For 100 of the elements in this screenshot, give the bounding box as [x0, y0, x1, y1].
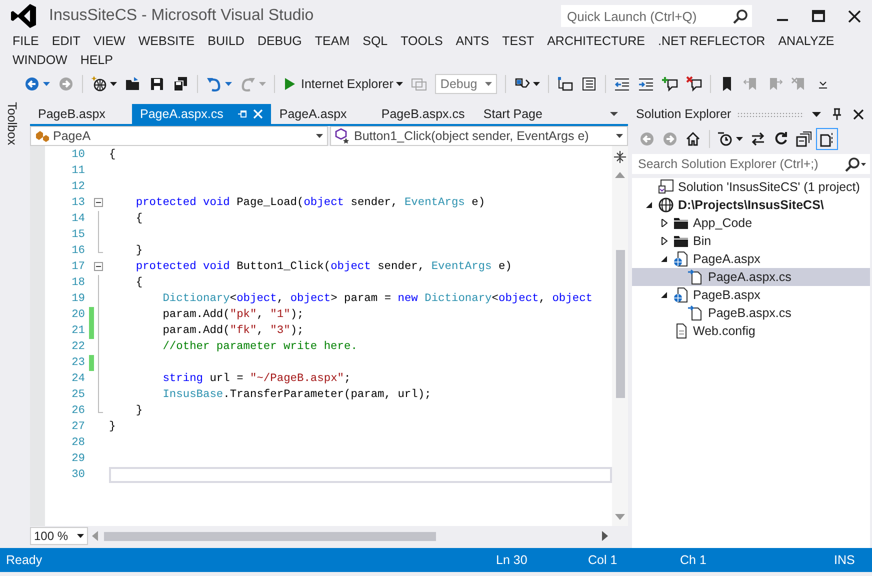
- refresh-icon: [773, 131, 789, 147]
- show-all-files-button[interactable]: [816, 128, 838, 150]
- caret-icon: [812, 112, 821, 116]
- caret-icon: [43, 82, 50, 86]
- collapsed-icon: [660, 219, 668, 227]
- caret-icon: [110, 82, 117, 86]
- editor-tab[interactable]: PageA.aspx.cs: [132, 104, 272, 124]
- tree-item[interactable]: PageA.aspx.cs: [632, 268, 870, 286]
- code-file-icon: [688, 305, 704, 321]
- menu-item[interactable]: TOOLS: [394, 32, 450, 51]
- line-number: 25: [70, 389, 85, 401]
- member-dropdown[interactable]: Button1_Click(object sender, EventArgs e): [330, 126, 628, 146]
- code-line: //other parameter write here.: [162, 340, 358, 355]
- status-message: Ready: [5, 553, 44, 567]
- folder-icon: [673, 215, 689, 231]
- save-icon: [149, 76, 165, 92]
- close-button[interactable]: [851, 108, 866, 120]
- globe-icon: [658, 197, 674, 213]
- line-number: 12: [70, 181, 85, 193]
- line-number: 29: [70, 453, 85, 465]
- configuration-dropdown[interactable]: Debug: [435, 74, 498, 94]
- code-line: }: [109, 420, 117, 435]
- tree-item[interactable]: App_Code: [632, 214, 870, 232]
- caret-icon: [316, 134, 323, 138]
- toolbox-tab[interactable]: Toolbox: [3, 102, 21, 548]
- web-page-icon: [673, 287, 689, 303]
- line-number: 18: [70, 277, 85, 289]
- panel-title: Solution Explorer: [636, 107, 732, 121]
- line-number: 26: [70, 405, 85, 417]
- code-line: protected void Page_Load(object sender, EventArgs e): [134, 196, 486, 211]
- menu-item[interactable]: TEAM: [308, 32, 356, 51]
- tree-item[interactable]: PageB.aspx.cs: [632, 304, 870, 322]
- search-field[interactable]: Search Solution Explorer (Ctrl+;): [632, 154, 870, 174]
- scrollbar-thumb[interactable]: [616, 250, 624, 398]
- editor-tab[interactable]: PageA.aspx: [271, 104, 374, 124]
- editor-tab[interactable]: PageB.aspx.cs: [373, 104, 476, 124]
- menu-item[interactable]: BUILD: [201, 32, 251, 51]
- scroll-right-icon: [602, 531, 608, 541]
- indent-icon: [638, 76, 654, 92]
- panel-menu-button[interactable]: [810, 112, 823, 116]
- character-indicator: Ch 1: [679, 553, 708, 567]
- line-number: 28: [70, 437, 85, 449]
- menu-item[interactable]: WINDOW: [6, 51, 74, 70]
- menu-item[interactable]: SQL: [356, 32, 394, 51]
- search-icon: [733, 8, 748, 24]
- line-number: 16: [70, 245, 85, 257]
- undo-icon: [206, 76, 222, 92]
- menu-item[interactable]: ARCHITECTURE: [540, 32, 652, 51]
- expanded-icon: [645, 201, 653, 209]
- caret-icon: [736, 137, 743, 141]
- window-title: InsusSiteCS - Microsoft Visual Studio: [49, 7, 315, 25]
- menu-item[interactable]: ANTS: [449, 32, 496, 51]
- menu-item[interactable]: ANALYZE: [772, 32, 841, 51]
- menu-item[interactable]: TEST: [496, 32, 541, 51]
- line-number: 19: [70, 293, 85, 305]
- tree-item[interactable]: Web.config: [632, 322, 870, 340]
- menu-item[interactable]: FILE: [6, 32, 46, 51]
- type-dropdown[interactable]: PageA: [30, 126, 328, 146]
- pin-icon: [237, 109, 248, 119]
- code-line: param.Add("fk", "3");: [162, 324, 305, 339]
- minimize-icon: [776, 19, 788, 21]
- line-number: 27: [70, 421, 85, 433]
- start-debugging-button[interactable]: Internet Explorer: [279, 73, 408, 95]
- class-icon: [35, 130, 49, 142]
- menu-item[interactable]: VIEW: [86, 32, 132, 51]
- tree-item[interactable]: PageA.aspx: [632, 250, 870, 268]
- caret-icon: [533, 82, 540, 86]
- tree-item[interactable]: Solution 'InsusSiteCS' (1 project): [632, 178, 870, 196]
- tree-item[interactable]: D:\Projects\InsusSiteCS\: [632, 196, 870, 214]
- scrollbar-thumb[interactable]: [104, 532, 436, 540]
- maximize-icon: [812, 10, 824, 22]
- uncomment-icon: [686, 76, 702, 92]
- code-line: string url = "~/PageB.aspx";: [162, 372, 352, 387]
- menu-item[interactable]: HELP: [74, 51, 120, 70]
- line-number: 21: [70, 325, 85, 337]
- line-number: 23: [70, 357, 85, 369]
- tree-item[interactable]: PageB.aspx: [632, 286, 870, 304]
- vertical-scrollbar[interactable]: [612, 146, 628, 526]
- editor-tab[interactable]: PageB.aspx: [30, 104, 132, 124]
- back-icon: [24, 76, 40, 92]
- menu-item[interactable]: WEBSITE: [132, 32, 202, 51]
- list-icon: [581, 76, 598, 92]
- menu-item[interactable]: EDIT: [45, 32, 87, 51]
- back-icon: [639, 131, 655, 147]
- caret-icon: [396, 82, 404, 86]
- zoom-dropdown[interactable]: 100 %: [30, 527, 88, 545]
- insert-mode-indicator: INS: [834, 553, 856, 567]
- save-all-icon: [173, 76, 189, 92]
- code-line: InsusBase.TransferParameter(param, url);: [162, 388, 432, 403]
- quick-launch-field[interactable]: Quick Launch (Ctrl+Q): [561, 5, 752, 27]
- menu-item[interactable]: DEBUG: [250, 32, 308, 51]
- home-icon: [685, 131, 701, 147]
- menu-item[interactable]: .NET REFLECTOR: [652, 32, 772, 51]
- close-icon: [848, 10, 860, 22]
- editor-tab[interactable]: Start Page: [475, 104, 578, 124]
- tree-item[interactable]: Bin: [632, 232, 870, 250]
- scroll-down-icon: [615, 514, 625, 520]
- expanded-icon: [660, 255, 668, 263]
- line-number: 24: [70, 373, 85, 385]
- scroll-up-icon: [615, 172, 625, 178]
